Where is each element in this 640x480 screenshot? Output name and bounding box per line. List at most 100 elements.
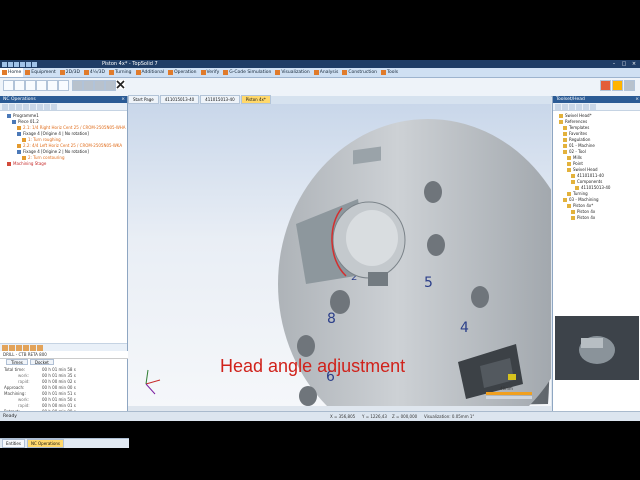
tool-icon[interactable] xyxy=(569,104,575,110)
ribbon-tab-gcode-simulation[interactable]: G-Code Simulation xyxy=(221,68,273,77)
folder-icon xyxy=(571,180,575,184)
tool-icon[interactable] xyxy=(30,104,36,110)
tool-info-title: DRILL - CTB RETA 800 xyxy=(0,351,130,359)
tree-item[interactable]: Piston 4x xyxy=(555,215,640,221)
panel-toolbar xyxy=(0,103,127,111)
tree-item[interactable]: Machining Stage xyxy=(2,161,127,167)
construction-icon xyxy=(342,70,348,75)
ribbon-tab-verify[interactable]: Verify xyxy=(199,68,222,77)
tool-button[interactable] xyxy=(14,80,25,91)
document-tabs: Start Page 411015013-40 411015013-40 Pis… xyxy=(128,95,551,104)
ribbon-tab-4-5d[interactable]: 4½/3D xyxy=(82,68,107,77)
tool-icon[interactable] xyxy=(590,104,596,110)
tool-icon[interactable] xyxy=(583,104,589,110)
tools-icon xyxy=(380,70,386,75)
tool-button[interactable] xyxy=(72,80,83,91)
panel-title: Toolset/Head × xyxy=(553,96,640,103)
engraved-number: 5 xyxy=(424,275,433,291)
node-icon xyxy=(7,162,11,166)
close-icon[interactable]: × xyxy=(121,96,125,103)
close-button[interactable]: × xyxy=(630,61,638,67)
folder-icon xyxy=(567,204,571,208)
print-icon[interactable] xyxy=(32,61,37,67)
close-icon[interactable]: × xyxy=(635,96,639,103)
caption-text: Head angle adjustment xyxy=(220,356,406,376)
ribbon-tab-turning[interactable]: Turning xyxy=(107,68,134,77)
tab-times[interactable]: Times xyxy=(6,359,28,365)
node-icon xyxy=(12,120,16,124)
ribbon-tab-analysis[interactable]: Analysis xyxy=(312,68,341,77)
ribbon-tabs: Home Equipment 2D/3D 4½/3D Turning Addit… xyxy=(0,68,640,78)
operation-icon xyxy=(168,70,174,75)
bolt-hole xyxy=(299,386,317,406)
tool-icon[interactable] xyxy=(44,104,50,110)
tool-button[interactable] xyxy=(47,80,58,91)
node-icon xyxy=(17,126,21,130)
3d-viewport[interactable]: 5 4 8 6 2 2 xyxy=(128,104,551,406)
toolset-tree: Swivel Head* References Templates Favorites… xyxy=(553,111,640,221)
tool-icon[interactable] xyxy=(51,104,57,110)
tool-icon[interactable] xyxy=(23,104,29,110)
node-icon xyxy=(22,138,26,142)
delete-icon[interactable] xyxy=(116,80,125,89)
bolt-hole xyxy=(427,234,445,256)
tool-icon[interactable] xyxy=(555,104,561,110)
window-title: Piston 4x* - TopSolid 7 xyxy=(102,61,158,67)
bolt-hole xyxy=(471,286,489,308)
tool-icon[interactable] xyxy=(576,104,582,110)
tool-button[interactable] xyxy=(25,80,36,91)
tool-icon[interactable] xyxy=(9,104,15,110)
new-icon[interactable] xyxy=(2,61,7,67)
tool-button[interactable] xyxy=(94,80,105,91)
tool-icon[interactable] xyxy=(2,104,8,110)
save-icon[interactable] xyxy=(14,61,19,67)
tool-button[interactable] xyxy=(105,80,116,91)
folder-icon xyxy=(571,174,575,178)
node-icon xyxy=(7,114,11,118)
analysis-icon xyxy=(313,70,319,75)
tool-icon[interactable] xyxy=(562,104,568,110)
minimize-button[interactable]: – xyxy=(610,61,618,67)
folder-icon xyxy=(567,192,571,196)
toolset-panel: Toolset/Head × Swivel Head* References Temp… xyxy=(552,96,640,411)
doc-tab-piston[interactable]: Piston 4x* xyxy=(240,95,271,104)
preview-pane xyxy=(555,316,639,380)
options-button[interactable] xyxy=(624,80,635,91)
verify-icon xyxy=(200,70,206,75)
redo-icon[interactable] xyxy=(26,61,31,67)
status-text: Ready xyxy=(3,414,17,419)
ribbon-tab-construction[interactable]: Construction xyxy=(340,68,379,77)
node-icon xyxy=(17,150,21,154)
ribbon-tab-operation[interactable]: Operation xyxy=(166,68,198,77)
doc-tab-part-2[interactable]: 411015013-40 xyxy=(200,95,240,104)
ribbon-tab-equipment[interactable]: Equipment xyxy=(23,68,57,77)
tool-button[interactable] xyxy=(3,80,14,91)
doc-tab-part-1[interactable]: 411015013-40 xyxy=(159,95,200,104)
panel-title: NC Operations × xyxy=(0,96,127,103)
tool-button[interactable] xyxy=(36,80,47,91)
quick-access-toolbar xyxy=(0,60,100,68)
folder-icon xyxy=(559,120,563,124)
doc-tab-start-page[interactable]: Start Page xyxy=(128,95,159,104)
ribbon-tab-additional[interactable]: Additional xyxy=(134,68,167,77)
tool-button[interactable] xyxy=(83,80,94,91)
tab-nc-operations[interactable]: NC Operations xyxy=(26,439,65,448)
visualization-icon xyxy=(275,70,281,75)
undo-icon[interactable] xyxy=(20,61,25,67)
ribbon-tab-visualization[interactable]: Visualization xyxy=(273,68,311,77)
maximize-button[interactable]: □ xyxy=(620,61,628,67)
tab-entities[interactable]: Entities xyxy=(2,439,25,448)
tool-icon[interactable] xyxy=(16,104,22,110)
folder-icon xyxy=(567,156,571,160)
settings-button[interactable] xyxy=(600,80,611,91)
tab-docket[interactable]: Docket xyxy=(29,359,54,365)
tool-button[interactable] xyxy=(58,80,69,91)
ribbon-tab-tools[interactable]: Tools xyxy=(379,68,400,77)
operations-tree: Programme1 Piece 01.2 2.1: 1/4 Right Horiz… xyxy=(0,111,127,167)
nc-operations-panel: NC Operations × Programme1 Piece 01.2 2.1: … xyxy=(0,96,130,448)
open-icon[interactable] xyxy=(8,61,13,67)
tool-icon[interactable] xyxy=(37,104,43,110)
ribbon-tab-2d3d[interactable]: 2D/3D xyxy=(58,68,82,77)
ribbon-tab-home[interactable]: Home xyxy=(0,68,24,77)
help-button[interactable] xyxy=(612,80,623,91)
